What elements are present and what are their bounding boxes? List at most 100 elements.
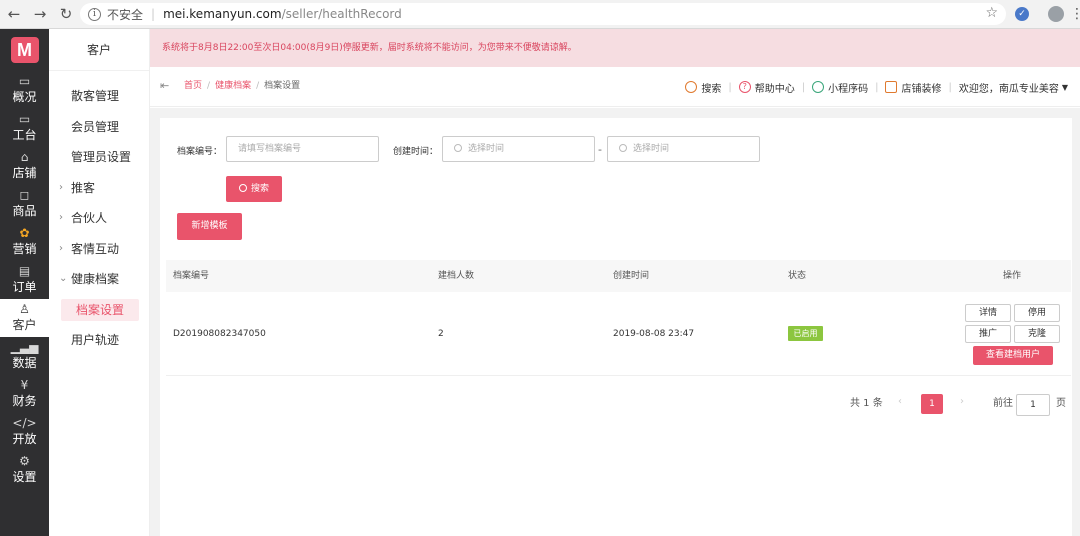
help-center-label: 帮助中心 <box>754 83 795 95</box>
back-icon[interactable]: ← <box>2 2 26 26</box>
user-menu[interactable]: 欢迎您，南瓜专业美容 ▼ <box>959 80 1068 95</box>
header-search-link[interactable]: 搜索 <box>685 80 721 95</box>
rail-item-settings[interactable]: ⚙ 设置 <box>0 451 49 489</box>
search-icon <box>238 184 247 192</box>
chart-icon: ▁▃▅ <box>10 340 39 354</box>
rail-label: 概况 <box>12 90 37 104</box>
breadcrumb-health-records[interactable]: 健康档案 <box>215 81 251 91</box>
clock-icon <box>619 144 627 152</box>
browser-menu-icon[interactable]: ⋮ <box>1070 4 1080 24</box>
code-icon: </> <box>12 416 37 430</box>
forward-icon[interactable]: → <box>28 2 52 26</box>
clock-icon <box>454 144 462 152</box>
sidebar-item-label: 散客管理 <box>71 89 120 103</box>
rail-label: 店铺 <box>12 166 37 180</box>
breadcrumb-separator: / <box>207 81 211 91</box>
disable-button[interactable]: 停用 <box>1014 304 1060 322</box>
store-decor-link[interactable]: 店铺装修 <box>885 80 941 95</box>
page-number-current[interactable]: 1 <box>921 394 943 414</box>
header-divider: | <box>948 81 952 93</box>
miniapp-icon <box>812 81 825 93</box>
rail-label: 客户 <box>12 318 37 332</box>
sidebar-item-record-settings[interactable]: 档案设置 <box>49 295 149 326</box>
header-divider: | <box>875 81 879 93</box>
flower-icon: ✿ <box>19 226 30 240</box>
rail-item-finance[interactable]: ¥ 财务 <box>0 375 49 413</box>
goto-page-input[interactable]: 1 <box>1016 394 1050 416</box>
sidebar-item-walkin[interactable]: 散客管理 <box>49 81 149 112</box>
breadcrumb-home[interactable]: 首页 <box>184 81 202 91</box>
address-bar[interactable]: i 不安全 | mei.kemanyun.com/seller/healthRe… <box>80 3 1006 25</box>
search-button[interactable]: 搜索 <box>226 176 282 202</box>
sidebar-item-interaction[interactable]: › 客情互动 <box>49 234 149 265</box>
rail-item-workbench[interactable]: ▭ 工台 <box>0 109 49 147</box>
rail-item-customers[interactable]: ♙ 客户 <box>0 299 49 337</box>
rail-item-marketing[interactable]: ✿ 营销 <box>0 223 49 261</box>
sidebar-item-partners[interactable]: › 合伙人 <box>49 203 149 234</box>
column-header: 建档人数 <box>438 271 475 281</box>
add-template-button[interactable]: 新增模板 <box>177 213 242 240</box>
created-time-cell: 2019-08-08 23:47 <box>613 329 695 339</box>
miniapp-code-link[interactable]: 小程序码 <box>812 80 868 95</box>
sidebar-item-user-trace[interactable]: 用户轨迹 <box>49 325 149 356</box>
view-record-users-button[interactable]: 查看建档用户 <box>973 346 1053 365</box>
detail-button[interactable]: 详情 <box>965 304 1011 322</box>
prev-page-icon[interactable]: ‹ <box>898 396 902 407</box>
sidebar-item-admins[interactable]: 管理员设置 <box>49 142 149 173</box>
next-page-icon[interactable]: › <box>960 396 964 407</box>
record-code-cell: D201908082347050 <box>173 329 266 339</box>
monitor-icon: ▭ <box>18 112 31 126</box>
order-icon: ▤ <box>18 264 31 278</box>
reload-icon[interactable]: ↻ <box>54 2 78 26</box>
rail-item-store[interactable]: ⌂ 店铺 <box>0 147 49 185</box>
rail-label: 订单 <box>12 280 37 294</box>
sidebar-item-label: 客情互动 <box>71 241 120 256</box>
sidebar-item-promoters[interactable]: › 推客 <box>49 173 149 204</box>
rail-item-open[interactable]: </> 开放 <box>0 413 49 451</box>
sidebar-item-label: 会员管理 <box>71 119 120 134</box>
bag-icon: ◻ <box>19 188 30 202</box>
end-time-placeholder: 选择时间 <box>633 144 670 154</box>
rail-item-overview[interactable]: ▭ 概况 <box>0 71 49 109</box>
rail-item-goods[interactable]: ◻ 商品 <box>0 185 49 223</box>
bookmark-star-icon[interactable]: ☆ <box>985 5 998 21</box>
rail-label: 数据 <box>12 356 37 370</box>
pagination-total: 共 1 条 <box>850 398 883 409</box>
rail-item-orders[interactable]: ▤ 订单 <box>0 261 49 299</box>
browser-toolbar: ← → ↻ i 不安全 | mei.kemanyun.com/seller/he… <box>0 0 1080 29</box>
sidebar-item-label: 推客 <box>71 180 96 195</box>
range-separator: - <box>598 143 602 156</box>
sidebar-title: 客户 <box>49 29 149 71</box>
header-search-label: 搜索 <box>701 83 722 95</box>
profile-avatar-icon[interactable] <box>1048 6 1064 22</box>
collapse-sidebar-icon[interactable]: ⇤ <box>160 79 169 92</box>
clone-button[interactable]: 克隆 <box>1014 325 1060 343</box>
help-center-link[interactable]: ? 帮助中心 <box>738 80 795 95</box>
info-icon[interactable]: i <box>88 7 101 21</box>
sub-sidebar: 客户 散客管理 会员管理 管理员设置 › 推客 › 合伙人 › 客情互动 ⌄ 健康档案 … <box>49 29 150 536</box>
sidebar-item-label: 档案设置 <box>61 298 139 321</box>
sidebar-item-label: 用户轨迹 <box>71 333 120 347</box>
column-header: 操作 <box>1003 271 1022 281</box>
search-icon <box>685 81 698 93</box>
breadcrumb: 首页 / 健康档案 / 档案设置 <box>184 67 300 107</box>
start-time-picker[interactable]: 选择时间 <box>442 136 595 162</box>
promote-button[interactable]: 推广 <box>965 325 1011 343</box>
welcome-text: 欢迎您，南瓜专业美容 <box>958 83 1059 95</box>
insecure-label: 不安全 <box>107 7 144 22</box>
extension-icon[interactable]: ✓ <box>1015 7 1029 21</box>
sidebar-item-health-records[interactable]: ⌄ 健康档案 <box>49 264 149 295</box>
store-decor-label: 店铺装修 <box>901 83 942 95</box>
miniapp-code-label: 小程序码 <box>828 83 869 95</box>
rail-item-data[interactable]: ▁▃▅ 数据 <box>0 337 49 375</box>
address-divider: | <box>151 7 156 21</box>
record-code-input[interactable]: 请填写档案编号 <box>226 136 379 162</box>
app-logo[interactable]: M <box>0 29 49 71</box>
rail-label: 设置 <box>12 470 37 484</box>
sidebar-item-label: 管理员设置 <box>71 150 132 164</box>
store-icon: ⌂ <box>20 150 29 164</box>
sidebar-item-members[interactable]: 会员管理 <box>49 112 149 143</box>
breadcrumb-separator: / <box>256 81 260 91</box>
table-header: 档案编号 建档人数 创建时间 状态 操作 <box>166 260 1071 292</box>
end-time-picker[interactable]: 选择时间 <box>607 136 760 162</box>
